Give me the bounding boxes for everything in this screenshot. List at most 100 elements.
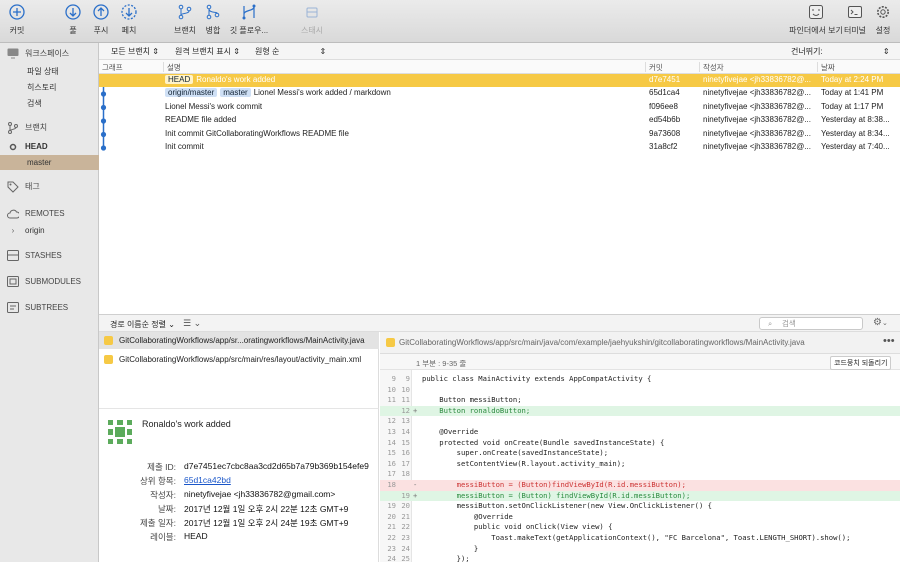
code-text: protected void onCreate(Bundle savedInst… (422, 437, 665, 447)
commit-id-label: 제출 ID: (147, 462, 176, 472)
commit-list: HEAD Ronaldo's work added d7e7451 ninetyfiv… (99, 74, 900, 314)
new-line-number: 15 (401, 437, 410, 447)
new-line-number: 22 (401, 522, 410, 532)
diff-line[interactable]: 9 9 public class MainActivity extends AppC… (380, 374, 900, 385)
all-branches-label: 모든 브랜치 (111, 47, 151, 56)
diff-sign: + (413, 405, 418, 415)
diff-line-removed[interactable]: 18 - messiButton = (Button)findViewById(R… (380, 480, 900, 491)
hunk-range: 1 부분 : 9-35 줄 (416, 359, 467, 368)
commit-row[interactable]: README file added ed54b6b ninetyfivejae <j… (99, 114, 900, 127)
remotes-label: REMOTES (25, 209, 65, 218)
cloud-icon (7, 208, 19, 220)
col-graph[interactable]: 그래프 (99, 62, 123, 72)
code-text: } (422, 543, 479, 553)
commit-row[interactable]: HEAD Ronaldo's work added d7e7451 ninetyfiv… (99, 74, 900, 88)
diff-line[interactable]: 15 16 super.onCreate(savedInstanceState); (380, 448, 900, 459)
col-commit[interactable]: 커밋 (645, 62, 663, 72)
order-dropdown[interactable]: 원형 순 ⇕ (255, 46, 326, 57)
sidebar-tags[interactable]: 태그 (0, 179, 99, 194)
diff-line[interactable]: 13 14 @Override (380, 427, 900, 438)
sidebar-item-head[interactable]: HEAD (0, 139, 99, 154)
diff-line[interactable]: 16 17 setContentView(R.layout.activity_ma… (380, 459, 900, 470)
gear-icon[interactable]: ⚙⌄ (873, 317, 888, 328)
stash-button[interactable]: 스태시 (292, 3, 332, 36)
show-remote-dropdown[interactable]: 원격 브랜치 표시 ⇕ (175, 46, 240, 57)
col-description[interactable]: 설명 (163, 62, 181, 72)
gitflow-button[interactable]: 깃 플로우... (229, 3, 269, 36)
sidebar-item-history[interactable]: 히스토리 (0, 80, 99, 95)
sidebar-workspace[interactable]: 워크스페이스 (0, 46, 99, 61)
order-label: 원형 순 (255, 47, 280, 56)
diff-line[interactable]: 24 25 }); (380, 554, 900, 565)
diff-line[interactable]: 12 13 (380, 416, 900, 427)
commit-row[interactable]: origin/master master Lionel Messi's work a… (99, 87, 900, 100)
diff-header: GitCollaboratingWorkflows/app/src/main/j… (380, 332, 900, 354)
new-line-number: 11 (401, 395, 410, 405)
old-line-number: 14 (387, 437, 396, 447)
sidebar-stashes[interactable]: STASHES (0, 248, 99, 263)
file-row[interactable]: GitCollaboratingWorkflows/app/sr...orati… (99, 332, 379, 349)
commit-button[interactable]: 커밋 (0, 3, 37, 36)
diff-line[interactable]: 22 23 Toast.makeText(getApplicationContex… (380, 533, 900, 544)
diff-line[interactable]: 10 10 (380, 385, 900, 396)
sidebar-subtrees[interactable]: SUBTREES (0, 300, 99, 315)
new-line-number: 17 (401, 458, 410, 468)
commit-row[interactable]: Init commit GitCollaboratingWorkflows RE… (99, 128, 900, 141)
date-value: 2017년 12월 1일 오후 2시 22분 12초 GMT+9 (184, 504, 349, 514)
jump-to-dropdown[interactable]: 건너뛰기: ⇕ (791, 46, 890, 57)
merge-button[interactable]: 병합 (193, 3, 233, 36)
commit-details: Ronaldo's work added 제출 ID: d7e7451ec7cb… (99, 408, 379, 562)
diff-line[interactable]: 19 20 messiButton.setOnClickListener(new … (380, 501, 900, 512)
show-in-finder-button[interactable]: 파인더에서 보기 (789, 3, 843, 36)
commit-date: Yesterday at 8:34... (821, 128, 890, 138)
submodules-label: SUBMODULES (25, 277, 82, 286)
tag-icon (7, 181, 19, 193)
sort-dropdown[interactable]: 경로 이름순 정렬 ⌄ (110, 319, 175, 330)
col-date[interactable]: 날짜 (817, 62, 835, 72)
diff-line[interactable]: 23 24 } (380, 544, 900, 555)
sidebar-item-file-status[interactable]: 파일 상태 (0, 64, 99, 79)
new-line-number: 13 (401, 416, 410, 426)
diff-line[interactable]: 17 18 (380, 469, 900, 480)
fetch-button[interactable]: 페치 (109, 3, 149, 36)
file-search-input[interactable]: ⌕ 검색 (759, 317, 863, 330)
sidebar-item-search[interactable]: 검색 (0, 96, 99, 111)
show-remote-label: 원격 브랜치 표시 (175, 47, 231, 56)
hunk-header: 1 부분 : 9-35 줄 코드뭉치 되돌리기 (380, 354, 900, 370)
code-text: Toast.makeText(getApplicationContext(), … (422, 533, 851, 542)
search-placeholder: 검색 (782, 319, 796, 328)
parent-link[interactable]: 65d1ca42bd (184, 475, 231, 485)
branches-label: 브랜치 (25, 123, 48, 132)
filter-bar: 모든 브랜치 ⇕ 원격 브랜치 표시 ⇕ 원형 순 ⇕ 건너뛰기: ⇕ (99, 43, 900, 60)
diff-line-added[interactable]: 12 + Button ronaldoButton; (380, 405, 900, 417)
sidebar-remotes[interactable]: REMOTES (0, 206, 99, 221)
stash-icon (303, 3, 321, 21)
list-view-dropdown[interactable]: ☰ ⌄ (183, 318, 201, 329)
submodule-icon (7, 276, 19, 288)
merge-icon (204, 3, 222, 21)
settings-button[interactable]: 설정 (863, 3, 900, 36)
revert-hunk-button[interactable]: 코드뭉치 되돌리기 (830, 356, 892, 370)
sidebar-item-origin[interactable]: › origin (0, 223, 99, 238)
commit-row[interactable]: Lionel Messi's work commit f096ee8 ninetyf… (99, 101, 900, 114)
monitor-icon (7, 48, 19, 60)
diff-line[interactable]: 21 22 public void onClick(View view) { (380, 522, 900, 533)
sidebar-item-master[interactable]: master (0, 155, 99, 170)
diff-line[interactable]: 14 15 protected void onCreate(Bundle save… (380, 438, 900, 449)
branch-icon (7, 121, 19, 134)
all-branches-dropdown[interactable]: 모든 브랜치 ⇕ (111, 46, 159, 57)
chevron-down-icon: ⌄ (193, 318, 202, 328)
file-row[interactable]: GitCollaboratingWorkflows/app/src/main/r… (99, 351, 379, 368)
branch-tag: master (220, 88, 251, 98)
code-text: messiButton = (Button)findViewById(R.id.… (422, 480, 686, 489)
commit-message: Lionel Messi's work commit (165, 101, 263, 111)
code-text: messiButton = (Button) findViewById(R.id… (422, 490, 691, 500)
diff-line[interactable]: 11 11 Button messiButton; (380, 395, 900, 406)
more-options-icon[interactable]: ••• (883, 335, 895, 347)
commit-row[interactable]: Init commit 31a8cf2 ninetyfivejae <jh33836… (99, 141, 900, 154)
col-author[interactable]: 작성자 (699, 62, 724, 72)
diff-line[interactable]: 20 21 @Override (380, 512, 900, 523)
sidebar-branches[interactable]: 브랜치 (0, 120, 99, 135)
sidebar-submodules[interactable]: SUBMODULES (0, 274, 99, 289)
diff-line-added[interactable]: 19 + messiButton = (Button) findViewById(… (380, 490, 900, 502)
